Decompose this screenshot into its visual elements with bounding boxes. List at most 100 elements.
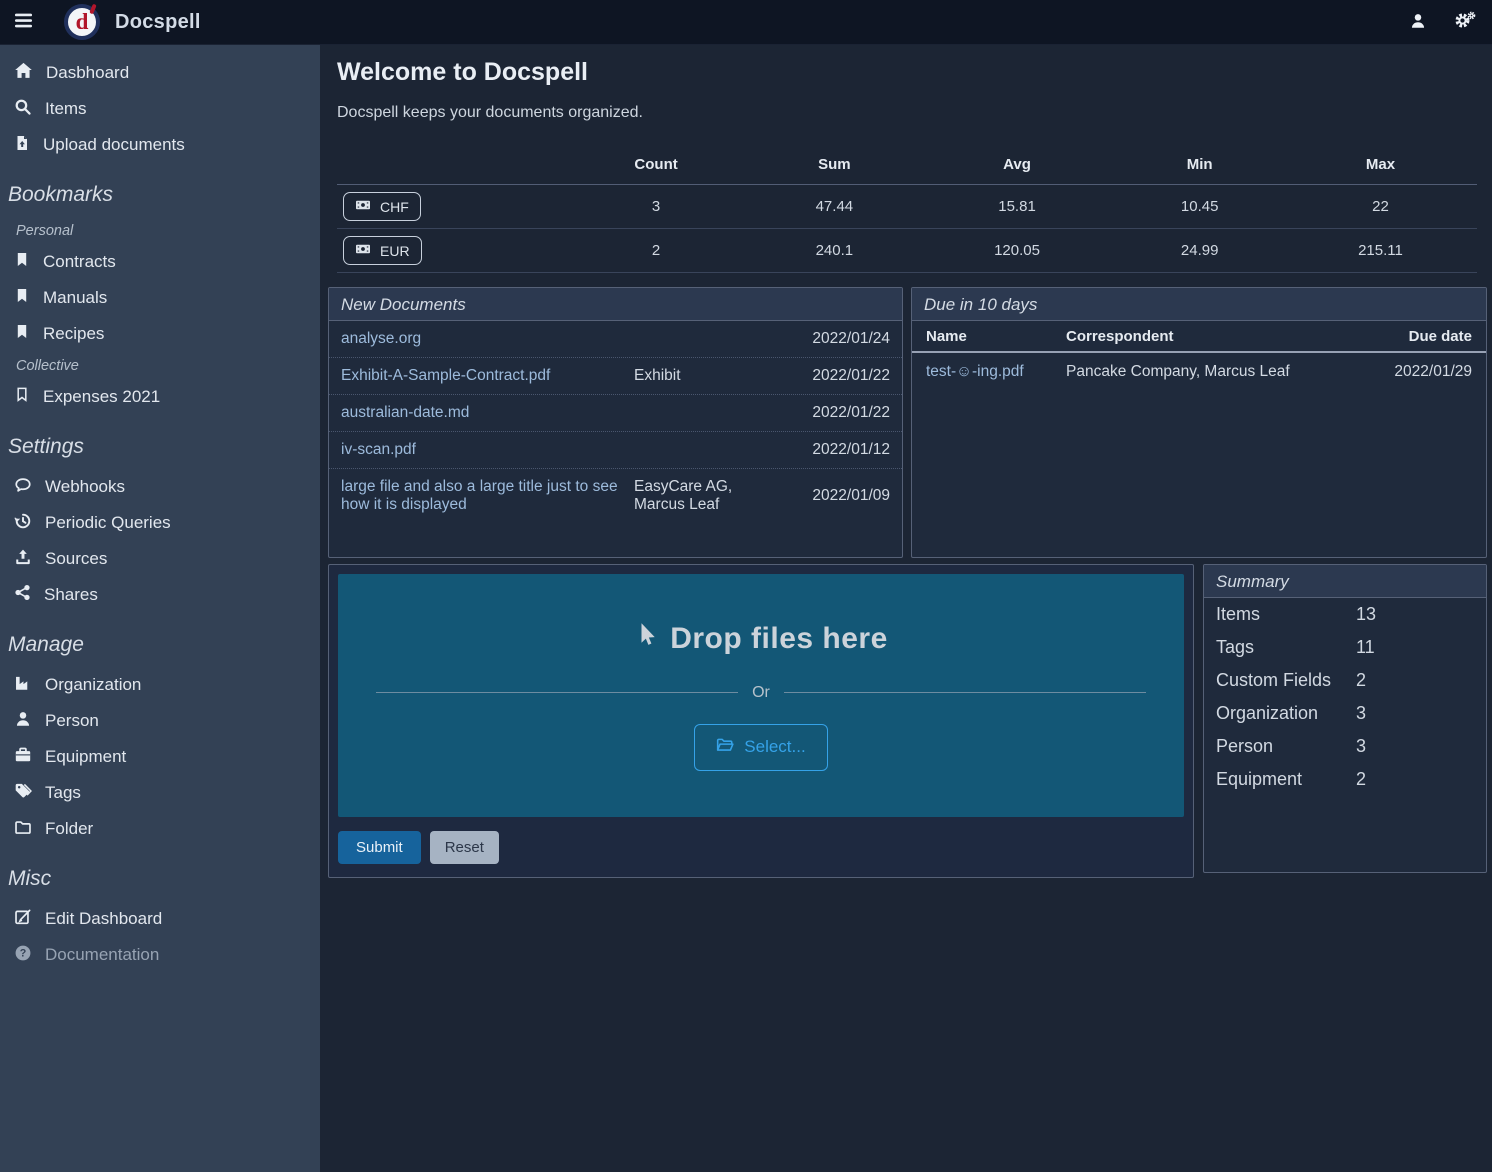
file-upload-icon xyxy=(14,134,30,157)
edit-icon xyxy=(14,908,32,931)
menu-toggle-button[interactable] xyxy=(0,0,46,45)
sidebar-item-upload-documents[interactable]: Upload documents xyxy=(0,127,320,163)
question-icon: ? xyxy=(14,944,32,967)
person-icon xyxy=(14,710,32,733)
sidebar-item-equipment[interactable]: Equipment xyxy=(0,739,320,775)
bookmark-expenses-2021[interactable]: Expenses 2021 xyxy=(0,379,320,415)
sidebar-item-edit-dashboard[interactable]: Edit Dashboard xyxy=(0,901,320,937)
account-button[interactable] xyxy=(1396,0,1440,45)
column-header: Correspondent xyxy=(1052,321,1361,352)
mouse-pointer-icon xyxy=(634,621,658,657)
sidebar-item-sources[interactable]: Sources xyxy=(0,541,320,577)
document-link[interactable]: analyse.org xyxy=(341,330,634,348)
column-header: Count xyxy=(562,147,750,185)
currency-badge-chf[interactable]: CHF xyxy=(343,192,421,221)
settings-section-title: Settings xyxy=(0,415,320,469)
list-item: australian-date.md 2022/01/22 xyxy=(329,395,902,432)
stat-count: 2 xyxy=(562,229,750,273)
document-link[interactable]: iv-scan.pdf xyxy=(341,441,634,459)
sidebar: Dasbhoard Items Upload documents Bookmar… xyxy=(0,45,320,1172)
panel-title: Summary xyxy=(1204,565,1486,598)
stat-sum: 47.44 xyxy=(750,185,918,229)
bookmark-contracts[interactable]: Contracts xyxy=(0,244,320,280)
main-content: Welcome to Docspell Docspell keeps your … xyxy=(320,45,1492,1172)
select-files-button[interactable]: Select... xyxy=(694,724,827,771)
bookmarks-group-collective: Collective xyxy=(0,352,320,379)
cogs-icon xyxy=(1454,12,1471,32)
stat-avg: 120.05 xyxy=(919,229,1116,273)
upload-card: Drop files here Or Select... xyxy=(328,564,1194,878)
summary-item: Person 3 xyxy=(1204,730,1486,763)
stat-avg: 15.81 xyxy=(919,185,1116,229)
user-icon xyxy=(1409,12,1427,33)
submit-button[interactable]: Submit xyxy=(338,831,421,864)
currency-stats-table: Count Sum Avg Min Max xyxy=(337,147,1477,273)
column-header: Avg xyxy=(919,147,1116,185)
sidebar-item-items[interactable]: Items xyxy=(0,91,320,127)
sidebar-item-person[interactable]: Person xyxy=(0,703,320,739)
sidebar-item-folder[interactable]: Folder xyxy=(0,811,320,847)
document-link[interactable]: australian-date.md xyxy=(341,404,634,422)
stat-count: 3 xyxy=(562,185,750,229)
folder-icon xyxy=(14,818,32,841)
dropzone-title: Drop files here xyxy=(634,621,888,657)
app-title: Docspell xyxy=(115,11,201,34)
sidebar-item-tags[interactable]: Tags xyxy=(0,775,320,811)
sidebar-item-organization[interactable]: Organization xyxy=(0,667,320,703)
stat-sum: 240.1 xyxy=(750,229,918,273)
industry-icon xyxy=(14,674,32,697)
list-item: Exhibit-A-Sample-Contract.pdf Exhibit 20… xyxy=(329,358,902,395)
summary-item: Organization 3 xyxy=(1204,697,1486,730)
bookmark-icon xyxy=(14,323,30,345)
home-icon xyxy=(14,61,33,85)
sidebar-item-periodic-queries[interactable]: Periodic Queries xyxy=(0,505,320,541)
bookmark-recipes[interactable]: Recipes xyxy=(0,316,320,352)
document-link[interactable]: Exhibit-A-Sample-Contract.pdf xyxy=(341,367,634,385)
money-bill-icon xyxy=(355,241,371,260)
briefcase-icon xyxy=(14,746,32,769)
sidebar-item-webhooks[interactable]: Webhooks xyxy=(0,469,320,505)
list-item: large file and also a large title just t… xyxy=(329,469,902,523)
sidebar-item-dashboard[interactable]: Dasbhoard xyxy=(0,55,320,91)
upload-icon xyxy=(14,548,32,571)
stat-min: 24.99 xyxy=(1115,229,1283,273)
bookmark-outline-icon xyxy=(14,386,30,408)
due-in-10-days-panel: Due in 10 days Name Correspondent Due da… xyxy=(911,287,1487,558)
tags-icon xyxy=(14,782,32,805)
topbar: d Docspell xyxy=(0,0,1492,45)
bookmarks-section-title: Bookmarks xyxy=(0,163,320,217)
currency-badge-eur[interactable]: EUR xyxy=(343,236,422,265)
new-documents-panel: New Documents analyse.org 2022/01/24 Exh… xyxy=(328,287,903,558)
stat-max: 22 xyxy=(1284,185,1477,229)
bookmark-icon xyxy=(14,287,30,309)
sidebar-item-documentation[interactable]: ? Documentation xyxy=(0,937,320,973)
column-header: Sum xyxy=(750,147,918,185)
document-link[interactable]: test-☺-ing.pdf xyxy=(926,363,1024,380)
share-icon xyxy=(14,584,31,606)
bookmark-icon xyxy=(14,251,30,273)
search-icon xyxy=(14,98,32,121)
misc-section-title: Misc xyxy=(0,847,320,901)
page-title: Welcome to Docspell xyxy=(337,58,1487,87)
list-item: iv-scan.pdf 2022/01/12 xyxy=(329,432,902,469)
sidebar-item-shares[interactable]: Shares xyxy=(0,577,320,613)
table-row: EUR 2 240.1 120.05 24.99 215.11 xyxy=(337,229,1477,273)
svg-text:?: ? xyxy=(20,947,27,959)
list-item: analyse.org 2022/01/24 xyxy=(329,321,902,358)
settings-button[interactable] xyxy=(1440,0,1484,45)
manage-section-title: Manage xyxy=(0,613,320,667)
reset-button[interactable]: Reset xyxy=(430,831,499,864)
docspell-logo: d xyxy=(64,4,100,40)
file-dropzone[interactable]: Drop files here Or Select... xyxy=(338,574,1184,817)
column-header: Name xyxy=(912,321,1052,352)
table-row: CHF 3 47.44 15.81 10.45 22 xyxy=(337,185,1477,229)
page-subtitle: Docspell keeps your documents organized. xyxy=(337,104,1487,122)
summary-item: Tags 11 xyxy=(1204,631,1486,664)
stat-min: 10.45 xyxy=(1115,185,1283,229)
comment-icon xyxy=(14,476,32,499)
column-header: Due date xyxy=(1361,321,1486,352)
folder-open-icon xyxy=(716,736,734,759)
bookmark-manuals[interactable]: Manuals xyxy=(0,280,320,316)
document-link[interactable]: large file and also a large title just t… xyxy=(341,478,634,514)
history-icon xyxy=(14,512,32,535)
